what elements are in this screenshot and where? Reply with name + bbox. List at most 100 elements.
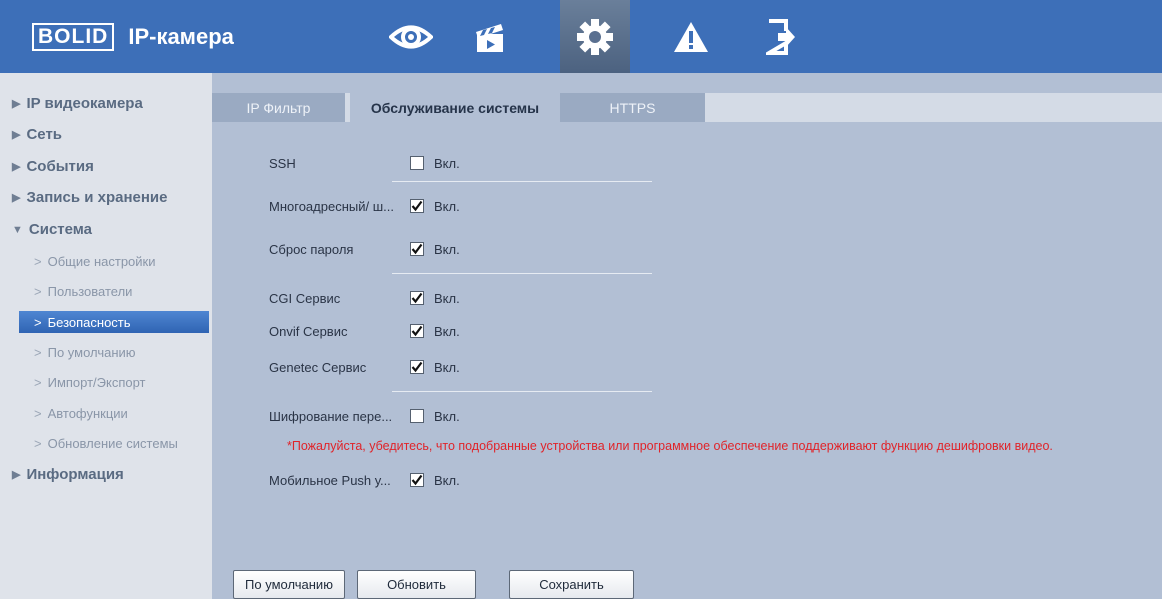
expand-triangle-icon: ▶ [12,98,21,110]
sidebar-sub-general[interactable]: > Общие настройки [34,254,156,269]
setting-row-ssh: SSH Вкл. [269,153,460,173]
save-button[interactable]: Сохранить [509,570,634,599]
nav-settings[interactable] [560,0,630,73]
setting-row-encryption: Шифрование пере... Вкл. [269,406,460,426]
nav-logout[interactable] [746,0,816,73]
sidebar-sub-label: По умолчанию [47,345,136,360]
sidebar-sub-users[interactable]: > Пользователи [34,284,132,299]
sidebar-item-system[interactable]: ▼ Система [12,221,92,238]
mobile-push-checkbox[interactable] [410,473,424,487]
sidebar-sub-label: Автофункции [47,406,128,421]
setting-label: SSH [269,155,296,171]
gear-icon [577,18,613,55]
enable-label: Вкл. [434,359,460,375]
chevron-right-icon: > [34,345,42,360]
sidebar-item-events[interactable]: ▶ События [12,158,94,175]
setting-label: Мобильное Push у... [269,472,391,488]
checkmark-icon [411,474,423,486]
app-title: IP-камера [128,24,234,49]
tab-label: HTTPS [609,99,656,116]
divider [392,273,652,274]
genetec-checkbox[interactable] [410,360,424,374]
encryption-checkbox[interactable] [410,409,424,423]
tab-label: Обслуживание системы [370,99,540,116]
multicast-checkbox[interactable] [410,199,424,213]
top-bar: BOLID IP-камера [0,0,1162,73]
tab-https[interactable]: HTTPS [560,93,705,122]
sidebar-sub-auto[interactable]: > Автофункции [34,406,128,421]
checkmark-icon [411,292,423,304]
main-panel: IP Фильтр Обслуживание системы HTTPS SSH… [212,73,1162,599]
sidebar-sub-label: Обновление системы [47,436,178,451]
chevron-right-icon: > [34,314,42,330]
setting-label: Genetec Сервис [269,359,367,375]
refresh-button[interactable]: Обновить [357,570,476,599]
nav-alarm[interactable] [656,0,726,73]
sidebar-sub-security[interactable]: > Безопасность [19,311,209,333]
sidebar-item-network[interactable]: ▶ Сеть [12,126,62,143]
checkmark-icon [411,325,423,337]
onvif-checkbox[interactable] [410,324,424,338]
password-reset-checkbox[interactable] [410,242,424,256]
sidebar-sub-upgrade[interactable]: > Обновление системы [34,436,178,451]
sidebar-sub-label: Пользователи [47,284,133,299]
sidebar-item-label: Сеть [26,126,63,143]
tab-label: IP Фильтр [246,99,311,116]
setting-label: Многоадресный/ ш... [269,198,394,214]
tab-system-service[interactable]: Обслуживание системы [350,93,560,122]
sidebar-sub-label: Импорт/Экспорт [47,375,146,390]
sidebar-sub-default[interactable]: > По умолчанию [34,345,136,360]
chevron-right-icon: > [34,375,42,390]
sidebar-item-ip-camera[interactable]: ▶ IP видеокамера [12,95,143,112]
brand-logo: BOLID [32,23,115,51]
warning-note: *Пожалуйста, убедитесь, что подобранные … [287,439,1053,453]
sidebar-item-label: Информация [26,466,124,483]
brand-text: BOLID [38,25,109,48]
expand-triangle-icon: ▶ [12,192,21,204]
setting-row-cgi: CGI Сервис Вкл. [269,288,460,308]
sidebar-sub-label: Общие настройки [47,254,156,269]
setting-row-mobile-push: Мобильное Push у... Вкл. [269,470,460,490]
setting-label: Сброс пароля [269,241,354,257]
clapperboard-icon [476,23,503,52]
warning-icon [674,21,708,52]
expand-triangle-icon: ▶ [12,469,21,481]
collapse-triangle-icon: ▼ [12,223,23,236]
chevron-right-icon: > [34,284,42,299]
setting-row-onvif: Onvif Сервис Вкл. [269,321,460,341]
cgi-checkbox[interactable] [410,291,424,305]
logo: BOLID IP-камера [32,23,234,51]
setting-label: Шифрование пере... [269,408,393,424]
checkmark-icon [411,200,423,212]
divider [392,391,652,392]
default-button[interactable]: По умолчанию [233,570,345,599]
sidebar-sub-import-export[interactable]: > Импорт/Экспорт [34,375,146,390]
chevron-right-icon: > [34,254,42,269]
enable-label: Вкл. [434,290,460,306]
checkmark-icon [411,243,423,255]
enable-label: Вкл. [434,198,460,214]
enable-label: Вкл. [434,323,460,339]
eye-icon [389,25,433,48]
setting-row-password-reset: Сброс пароля Вкл. [269,239,460,259]
nav-playback[interactable] [455,0,525,73]
enable-label: Вкл. [434,155,460,171]
setting-label: Onvif Сервис [269,323,348,339]
enable-label: Вкл. [434,241,460,257]
expand-triangle-icon: ▶ [12,129,21,141]
nav-live-view[interactable] [376,0,446,73]
sidebar-item-info[interactable]: ▶ Информация [12,466,124,483]
tab-ip-filter[interactable]: IP Фильтр [212,93,345,122]
sidebar-item-label: События [26,158,94,175]
divider [392,181,652,182]
sidebar-item-storage[interactable]: ▶ Запись и хранение [12,189,167,206]
chevron-right-icon: > [34,436,42,451]
setting-row-multicast: Многоадресный/ ш... Вкл. [269,196,460,216]
enable-label: Вкл. [434,408,460,424]
ssh-checkbox[interactable] [410,156,424,170]
expand-triangle-icon: ▶ [12,161,21,173]
setting-row-genetec: Genetec Сервис Вкл. [269,357,460,377]
sidebar-sub-label: Безопасность [47,314,131,330]
logout-icon [766,18,795,55]
sidebar-item-label: Система [28,221,93,238]
